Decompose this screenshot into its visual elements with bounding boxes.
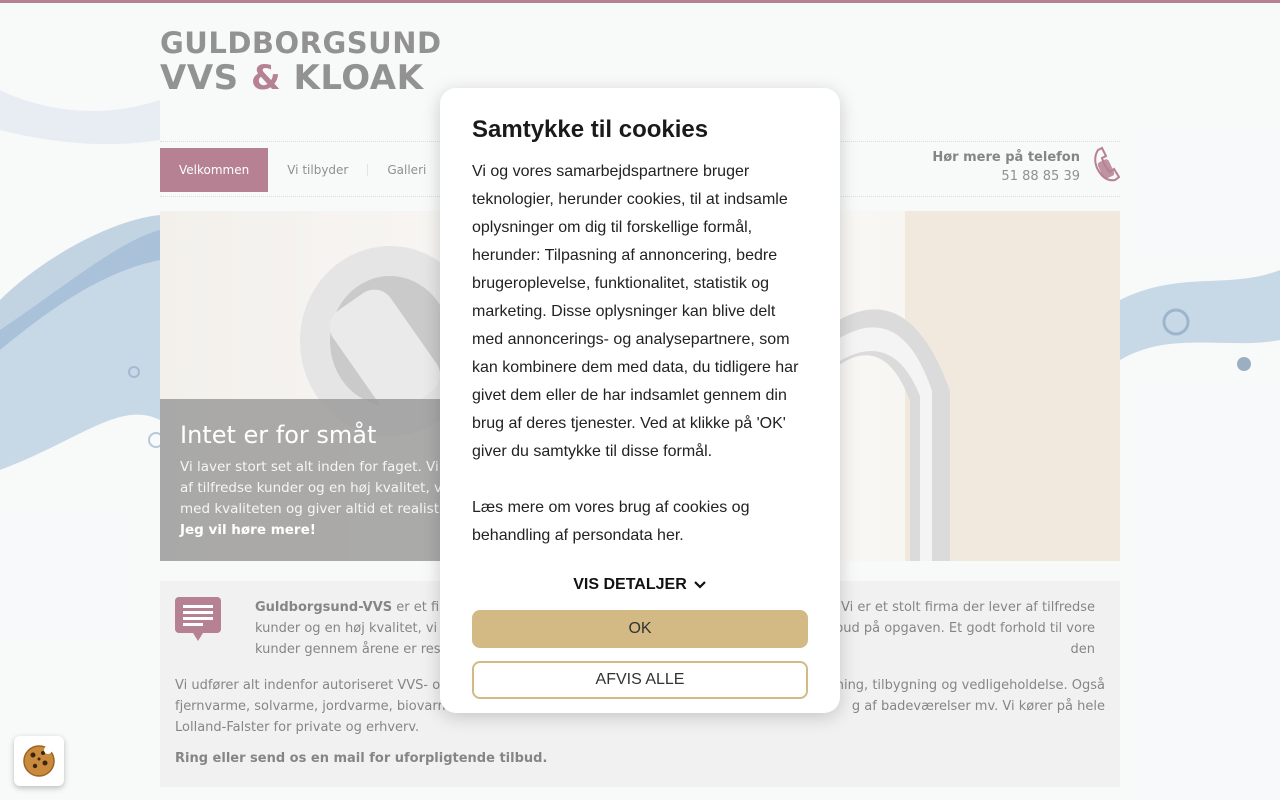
cookie-description: Vi og vores samarbejdspartnere bruger te… [472, 163, 799, 460]
cookie-consent-dialog: Samtykke til cookies Vi og vores samarbe… [440, 88, 840, 713]
cookie-settings-button[interactable] [14, 736, 64, 786]
accept-cookies-button[interactable]: OK [472, 610, 808, 648]
show-details-label: VIS DETALJER [573, 576, 687, 593]
chevron-down-icon [693, 581, 706, 589]
reject-all-button[interactable]: AFVIS ALLE [472, 661, 808, 699]
cookie-icon [23, 745, 55, 777]
show-details-toggle[interactable]: VIS DETALJER [472, 576, 808, 594]
cookie-read-more[interactable]: Læs mere om vores brug af cookies og beh… [472, 494, 808, 550]
cookie-dialog-body: Vi og vores samarbejdspartnere bruger te… [472, 158, 808, 550]
cookie-dialog-title: Samtykke til cookies [472, 116, 709, 143]
